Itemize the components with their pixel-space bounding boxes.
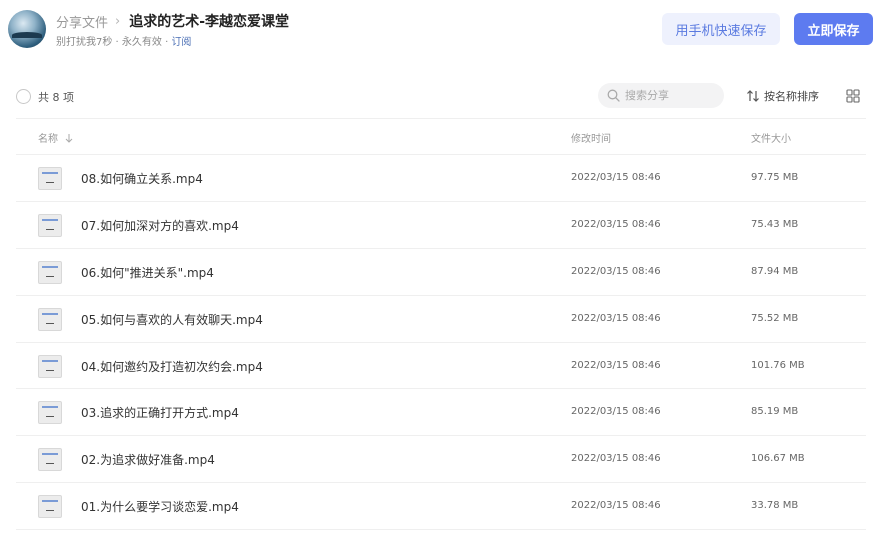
avatar bbox=[8, 10, 46, 48]
file-size: 87.94 MB bbox=[751, 265, 799, 277]
file-mtime: 2022/03/15 08:46 bbox=[571, 265, 661, 277]
subscribe-link[interactable]: 订阅 bbox=[171, 37, 191, 48]
file-name[interactable]: 02.为追求做好准备.mp4 bbox=[81, 451, 215, 468]
sort-label: 按名称排序 bbox=[764, 90, 819, 103]
video-file-icon bbox=[38, 260, 62, 284]
sort-arrows-icon bbox=[747, 90, 759, 102]
arrow-down-icon bbox=[65, 133, 73, 143]
file-mtime: 2022/03/15 08:46 bbox=[571, 172, 661, 183]
search-input[interactable] bbox=[625, 86, 715, 104]
file-name[interactable]: 01.为什么要学习谈恋爱.mp4 bbox=[81, 498, 239, 515]
file-size: 97.75 MB bbox=[751, 172, 799, 183]
search-icon bbox=[607, 89, 620, 102]
table-row[interactable]: 07.如何加深对方的喜欢.mp4 2022/03/15 08:46 75.43 … bbox=[16, 202, 866, 249]
file-name[interactable]: 03.追求的正确打开方式.mp4 bbox=[81, 404, 239, 421]
file-size: 75.52 MB bbox=[751, 312, 799, 324]
video-file-icon bbox=[38, 448, 62, 472]
table-header: 名称 修改时间 文件大小 bbox=[16, 118, 866, 155]
search-box[interactable] bbox=[598, 83, 724, 108]
item-count: 共 8 项 bbox=[38, 91, 74, 104]
table-row[interactable]: 06.如何"推进关系".mp4 2022/03/15 08:46 87.94 M… bbox=[16, 249, 866, 296]
file-size: 33.78 MB bbox=[751, 500, 799, 512]
file-size: 85.19 MB bbox=[751, 406, 799, 418]
share-meta-text: 别打扰我7秒 · 永久有效 · bbox=[56, 37, 172, 48]
save-now-button[interactable]: 立即保存 bbox=[794, 13, 873, 45]
sort-by-name-button[interactable]: 按名称排序 bbox=[746, 87, 819, 105]
share-info: 别打扰我7秒 · 永久有效 · 订阅 bbox=[56, 33, 191, 48]
table-row[interactable]: 05.如何与喜欢的人有效聊天.mp4 2022/03/15 08:46 75.5… bbox=[16, 296, 866, 343]
file-size: 75.43 MB bbox=[751, 218, 799, 230]
file-name[interactable]: 06.如何"推进关系".mp4 bbox=[81, 264, 214, 281]
select-all-checkbox[interactable] bbox=[16, 89, 31, 104]
video-file-icon bbox=[38, 354, 62, 378]
file-mtime: 2022/03/15 08:46 bbox=[571, 406, 661, 418]
share-header: 分享文件 › 追求的艺术-李越恋爱课堂 别打扰我7秒 · 永久有效 · 订阅 用… bbox=[0, 0, 883, 70]
mobile-save-button[interactable]: 用手机快速保存 bbox=[662, 13, 780, 45]
video-file-icon bbox=[38, 401, 62, 425]
column-header-size[interactable]: 文件大小 bbox=[751, 130, 791, 145]
file-table: 名称 修改时间 文件大小 08.如何确立关系.mp4 2022/03/15 08… bbox=[16, 118, 866, 531]
file-mtime: 2022/03/15 08:46 bbox=[571, 312, 661, 324]
chevron-right-icon: › bbox=[115, 13, 121, 29]
column-header-name[interactable]: 名称 bbox=[38, 130, 75, 145]
breadcrumb: 分享文件 › 追求的艺术-李越恋爱课堂 bbox=[56, 11, 289, 31]
column-header-mtime[interactable]: 修改时间 bbox=[571, 130, 611, 145]
file-size: 101.76 MB bbox=[751, 359, 805, 371]
video-file-icon bbox=[38, 167, 62, 190]
table-row[interactable]: 01.为什么要学习谈恋爱.mp4 2022/03/15 08:46 33.78 … bbox=[16, 483, 866, 531]
column-name-label: 名称 bbox=[38, 134, 58, 145]
breadcrumb-root-link[interactable]: 分享文件 bbox=[56, 12, 108, 31]
table-row[interactable]: 02.为追求做好准备.mp4 2022/03/15 08:46 106.67 M… bbox=[16, 436, 866, 484]
file-mtime: 2022/03/15 08:46 bbox=[571, 500, 661, 512]
grid-view-icon[interactable] bbox=[846, 89, 860, 103]
file-size: 106.67 MB bbox=[751, 453, 805, 465]
table-row[interactable]: 04.如何邀约及打造初次约会.mp4 2022/03/15 08:46 101.… bbox=[16, 343, 866, 390]
table-row[interactable]: 08.如何确立关系.mp4 2022/03/15 08:46 97.75 MB bbox=[16, 155, 866, 202]
file-mtime: 2022/03/15 08:46 bbox=[571, 359, 661, 371]
file-toolbar: 共 8 项 按名称排序 bbox=[0, 82, 883, 110]
file-mtime: 2022/03/15 08:46 bbox=[571, 218, 661, 230]
table-row[interactable]: 03.追求的正确打开方式.mp4 2022/03/15 08:46 85.19 … bbox=[16, 389, 866, 437]
file-name[interactable]: 08.如何确立关系.mp4 bbox=[81, 170, 203, 187]
file-name[interactable]: 04.如何邀约及打造初次约会.mp4 bbox=[81, 358, 263, 375]
file-mtime: 2022/03/15 08:46 bbox=[571, 453, 661, 465]
file-name[interactable]: 07.如何加深对方的喜欢.mp4 bbox=[81, 217, 239, 234]
video-file-icon bbox=[38, 307, 62, 331]
video-file-icon bbox=[38, 213, 62, 237]
video-file-icon bbox=[38, 495, 62, 519]
file-name[interactable]: 05.如何与喜欢的人有效聊天.mp4 bbox=[81, 311, 263, 328]
page-title: 追求的艺术-李越恋爱课堂 bbox=[129, 14, 290, 30]
